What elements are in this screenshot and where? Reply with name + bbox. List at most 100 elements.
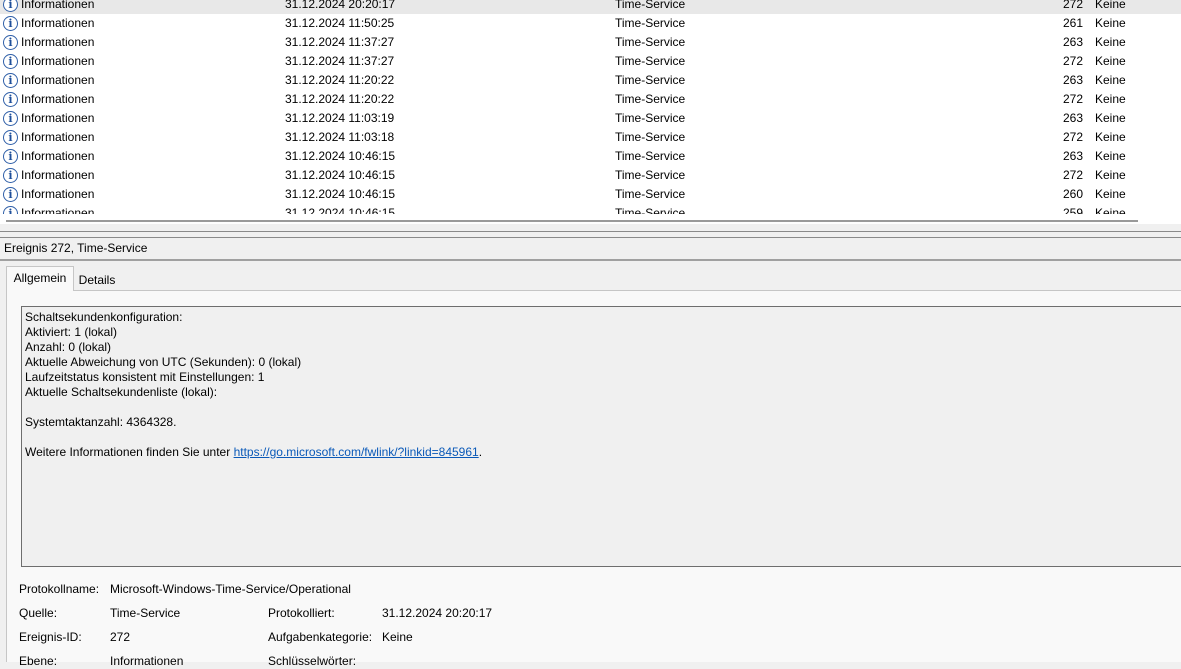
event-category-cell: Keine xyxy=(1095,92,1126,106)
event-id-cell: 263 xyxy=(1062,35,1083,49)
event-source-cell: Time-Service xyxy=(615,92,686,106)
event-date-cell: 31.12.2024 11:37:27 xyxy=(285,54,395,68)
keywords-label: Schlüsselwörter: xyxy=(268,654,357,668)
event-row[interactable]: i Informationen 31.12.2024 11:50:25 Time-Se… xyxy=(0,14,1181,33)
message-line: Laufzeitstatus konsistent mit Einstellun… xyxy=(25,370,265,384)
information-icon: i xyxy=(3,111,18,126)
message-line xyxy=(25,430,482,445)
event-level-cell: Informationen xyxy=(21,35,95,49)
information-icon: i xyxy=(3,16,18,31)
level-label: Ebene: xyxy=(19,654,58,668)
event-row[interactable]: i Informationen 31.12.2024 11:03:18 Time-Se… xyxy=(0,128,1181,147)
event-level-cell: Informationen xyxy=(21,92,95,106)
event-row[interactable]: i Informationen 31.12.2024 20:20:17 Time-Se… xyxy=(0,0,1181,14)
pane-splitter[interactable] xyxy=(0,231,1181,238)
event-date-cell: 31.12.2024 20:20:17 xyxy=(285,0,396,11)
event-source-cell: Time-Service xyxy=(615,168,686,182)
scrollbar-thumb[interactable] xyxy=(6,220,1138,222)
message-line xyxy=(25,400,482,415)
more-info-line: Weitere Informationen finden Sie unter h… xyxy=(25,445,482,460)
event-row[interactable]: i Informationen 31.12.2024 11:20:22 Time-Se… xyxy=(0,90,1181,109)
event-date-cell: 31.12.2024 10:46:15 xyxy=(285,206,396,214)
event-date-cell: 31.12.2024 10:46:15 xyxy=(285,187,396,201)
information-icon: i xyxy=(3,35,18,50)
information-icon: i xyxy=(3,187,18,202)
event-row[interactable]: i Informationen 31.12.2024 10:46:15 Time-Se… xyxy=(0,166,1181,185)
event-row[interactable]: i Informationen 31.12.2024 10:46:15 Time-Se… xyxy=(0,185,1181,204)
information-icon: i xyxy=(3,130,18,145)
event-date-cell: 31.12.2024 11:20:22 xyxy=(285,92,395,106)
source-label: Quelle: xyxy=(19,606,58,620)
event-row[interactable]: i Informationen 31.12.2024 11:03:19 Time-Se… xyxy=(0,109,1181,128)
event-list[interactable]: i Informationen 31.12.2024 20:20:17 Time-Se… xyxy=(0,0,1181,214)
message-line: Aktiviert: 1 (lokal) xyxy=(25,325,118,339)
event-category-cell: Keine xyxy=(1095,168,1126,182)
event-category-cell: Keine xyxy=(1095,130,1126,144)
event-source-cell: Time-Service xyxy=(615,111,686,125)
event-date-cell: 31.12.2024 11:03:19 xyxy=(285,111,395,125)
event-level-cell: Informationen xyxy=(21,168,95,182)
event-id-cell: 272 xyxy=(1062,130,1083,144)
event-date-cell: 31.12.2024 11:50:25 xyxy=(285,16,395,30)
event-source-cell: Time-Service xyxy=(615,73,686,87)
event-detail-title: Ereignis 272, Time-Service xyxy=(4,241,148,255)
event-row[interactable]: i Informationen 31.12.2024 11:37:27 Time-Se… xyxy=(0,52,1181,71)
event-level-cell: Informationen xyxy=(21,130,95,144)
log-name-value: Microsoft-Windows-Time-Service/Operation… xyxy=(110,582,351,596)
event-row[interactable]: i Informationen 31.12.2024 11:20:22 Time-Se… xyxy=(0,71,1181,90)
event-row[interactable]: i Informationen 31.12.2024 10:46:15 Time-Se… xyxy=(0,204,1181,214)
event-date-cell: 31.12.2024 10:46:15 xyxy=(285,168,396,182)
information-icon: i xyxy=(3,149,18,164)
event-category-cell: Keine xyxy=(1095,54,1126,68)
logged-value: 31.12.2024 20:20:17 xyxy=(382,606,493,620)
tab-general[interactable]: Allgemein xyxy=(6,266,74,291)
event-level-cell: Informationen xyxy=(21,16,95,30)
more-info-suffix: . xyxy=(478,445,483,459)
event-id-cell: 263 xyxy=(1062,111,1083,125)
event-list-horizontal-scrollbar[interactable] xyxy=(0,214,1181,224)
event-id-value: 272 xyxy=(110,630,131,644)
event-category-cell: Keine xyxy=(1095,111,1126,125)
event-source-cell: Time-Service xyxy=(615,35,686,49)
event-id-cell: 272 xyxy=(1062,54,1083,68)
tab-details[interactable]: Details xyxy=(74,270,120,290)
more-info-prefix: Weitere Informationen finden Sie unter xyxy=(25,445,234,459)
event-source-cell: Time-Service xyxy=(615,0,686,11)
event-level-cell: Informationen xyxy=(21,111,95,125)
more-info-link[interactable]: https://go.microsoft.com/fwlink/?linkid=… xyxy=(234,445,479,459)
event-date-cell: 31.12.2024 11:03:18 xyxy=(285,130,395,144)
event-level-cell: Informationen xyxy=(21,0,95,11)
event-message-box[interactable]: Schaltsekundenkonfiguration: Aktiviert: 1… xyxy=(21,306,1181,567)
event-message-text: Schaltsekundenkonfiguration: Aktiviert: 1… xyxy=(25,310,482,460)
event-id-cell: 260 xyxy=(1062,187,1083,201)
event-date-cell: 31.12.2024 11:37:27 xyxy=(285,35,395,49)
source-value: Time-Service xyxy=(110,606,181,620)
event-id-label: Ereignis-ID: xyxy=(19,630,82,644)
event-category-cell: Keine xyxy=(1095,187,1126,201)
event-id-cell: 259 xyxy=(1062,206,1083,214)
event-row[interactable]: i Informationen 31.12.2024 11:37:27 Time-Se… xyxy=(0,33,1181,52)
event-source-cell: Time-Service xyxy=(615,130,686,144)
level-value: Informationen xyxy=(110,654,184,668)
event-id-cell: 272 xyxy=(1062,168,1083,182)
event-id-cell: 263 xyxy=(1062,149,1083,163)
event-detail-header: Ereignis 272, Time-Service xyxy=(0,238,1181,261)
logged-label: Protokolliert: xyxy=(268,606,335,620)
event-category-cell: Keine xyxy=(1095,0,1126,11)
event-level-cell: Informationen xyxy=(21,149,95,163)
event-source-cell: Time-Service xyxy=(615,206,686,214)
event-id-cell: 261 xyxy=(1062,16,1083,30)
event-source-cell: Time-Service xyxy=(615,187,686,201)
event-id-cell: 272 xyxy=(1062,0,1083,11)
event-source-cell: Time-Service xyxy=(615,54,686,68)
event-category-cell: Keine xyxy=(1095,206,1126,214)
event-category-cell: Keine xyxy=(1095,149,1126,163)
information-icon: i xyxy=(3,206,18,214)
event-date-cell: 31.12.2024 10:46:15 xyxy=(285,149,396,163)
event-id-cell: 272 xyxy=(1062,92,1083,106)
event-rows: i Informationen 31.12.2024 20:20:17 Time-Se… xyxy=(0,0,1181,214)
message-line: Systemtaktanzahl: 4364328. xyxy=(25,415,177,429)
information-icon: i xyxy=(3,168,18,183)
information-icon: i xyxy=(3,0,18,12)
event-row[interactable]: i Informationen 31.12.2024 10:46:15 Time-Se… xyxy=(0,147,1181,166)
